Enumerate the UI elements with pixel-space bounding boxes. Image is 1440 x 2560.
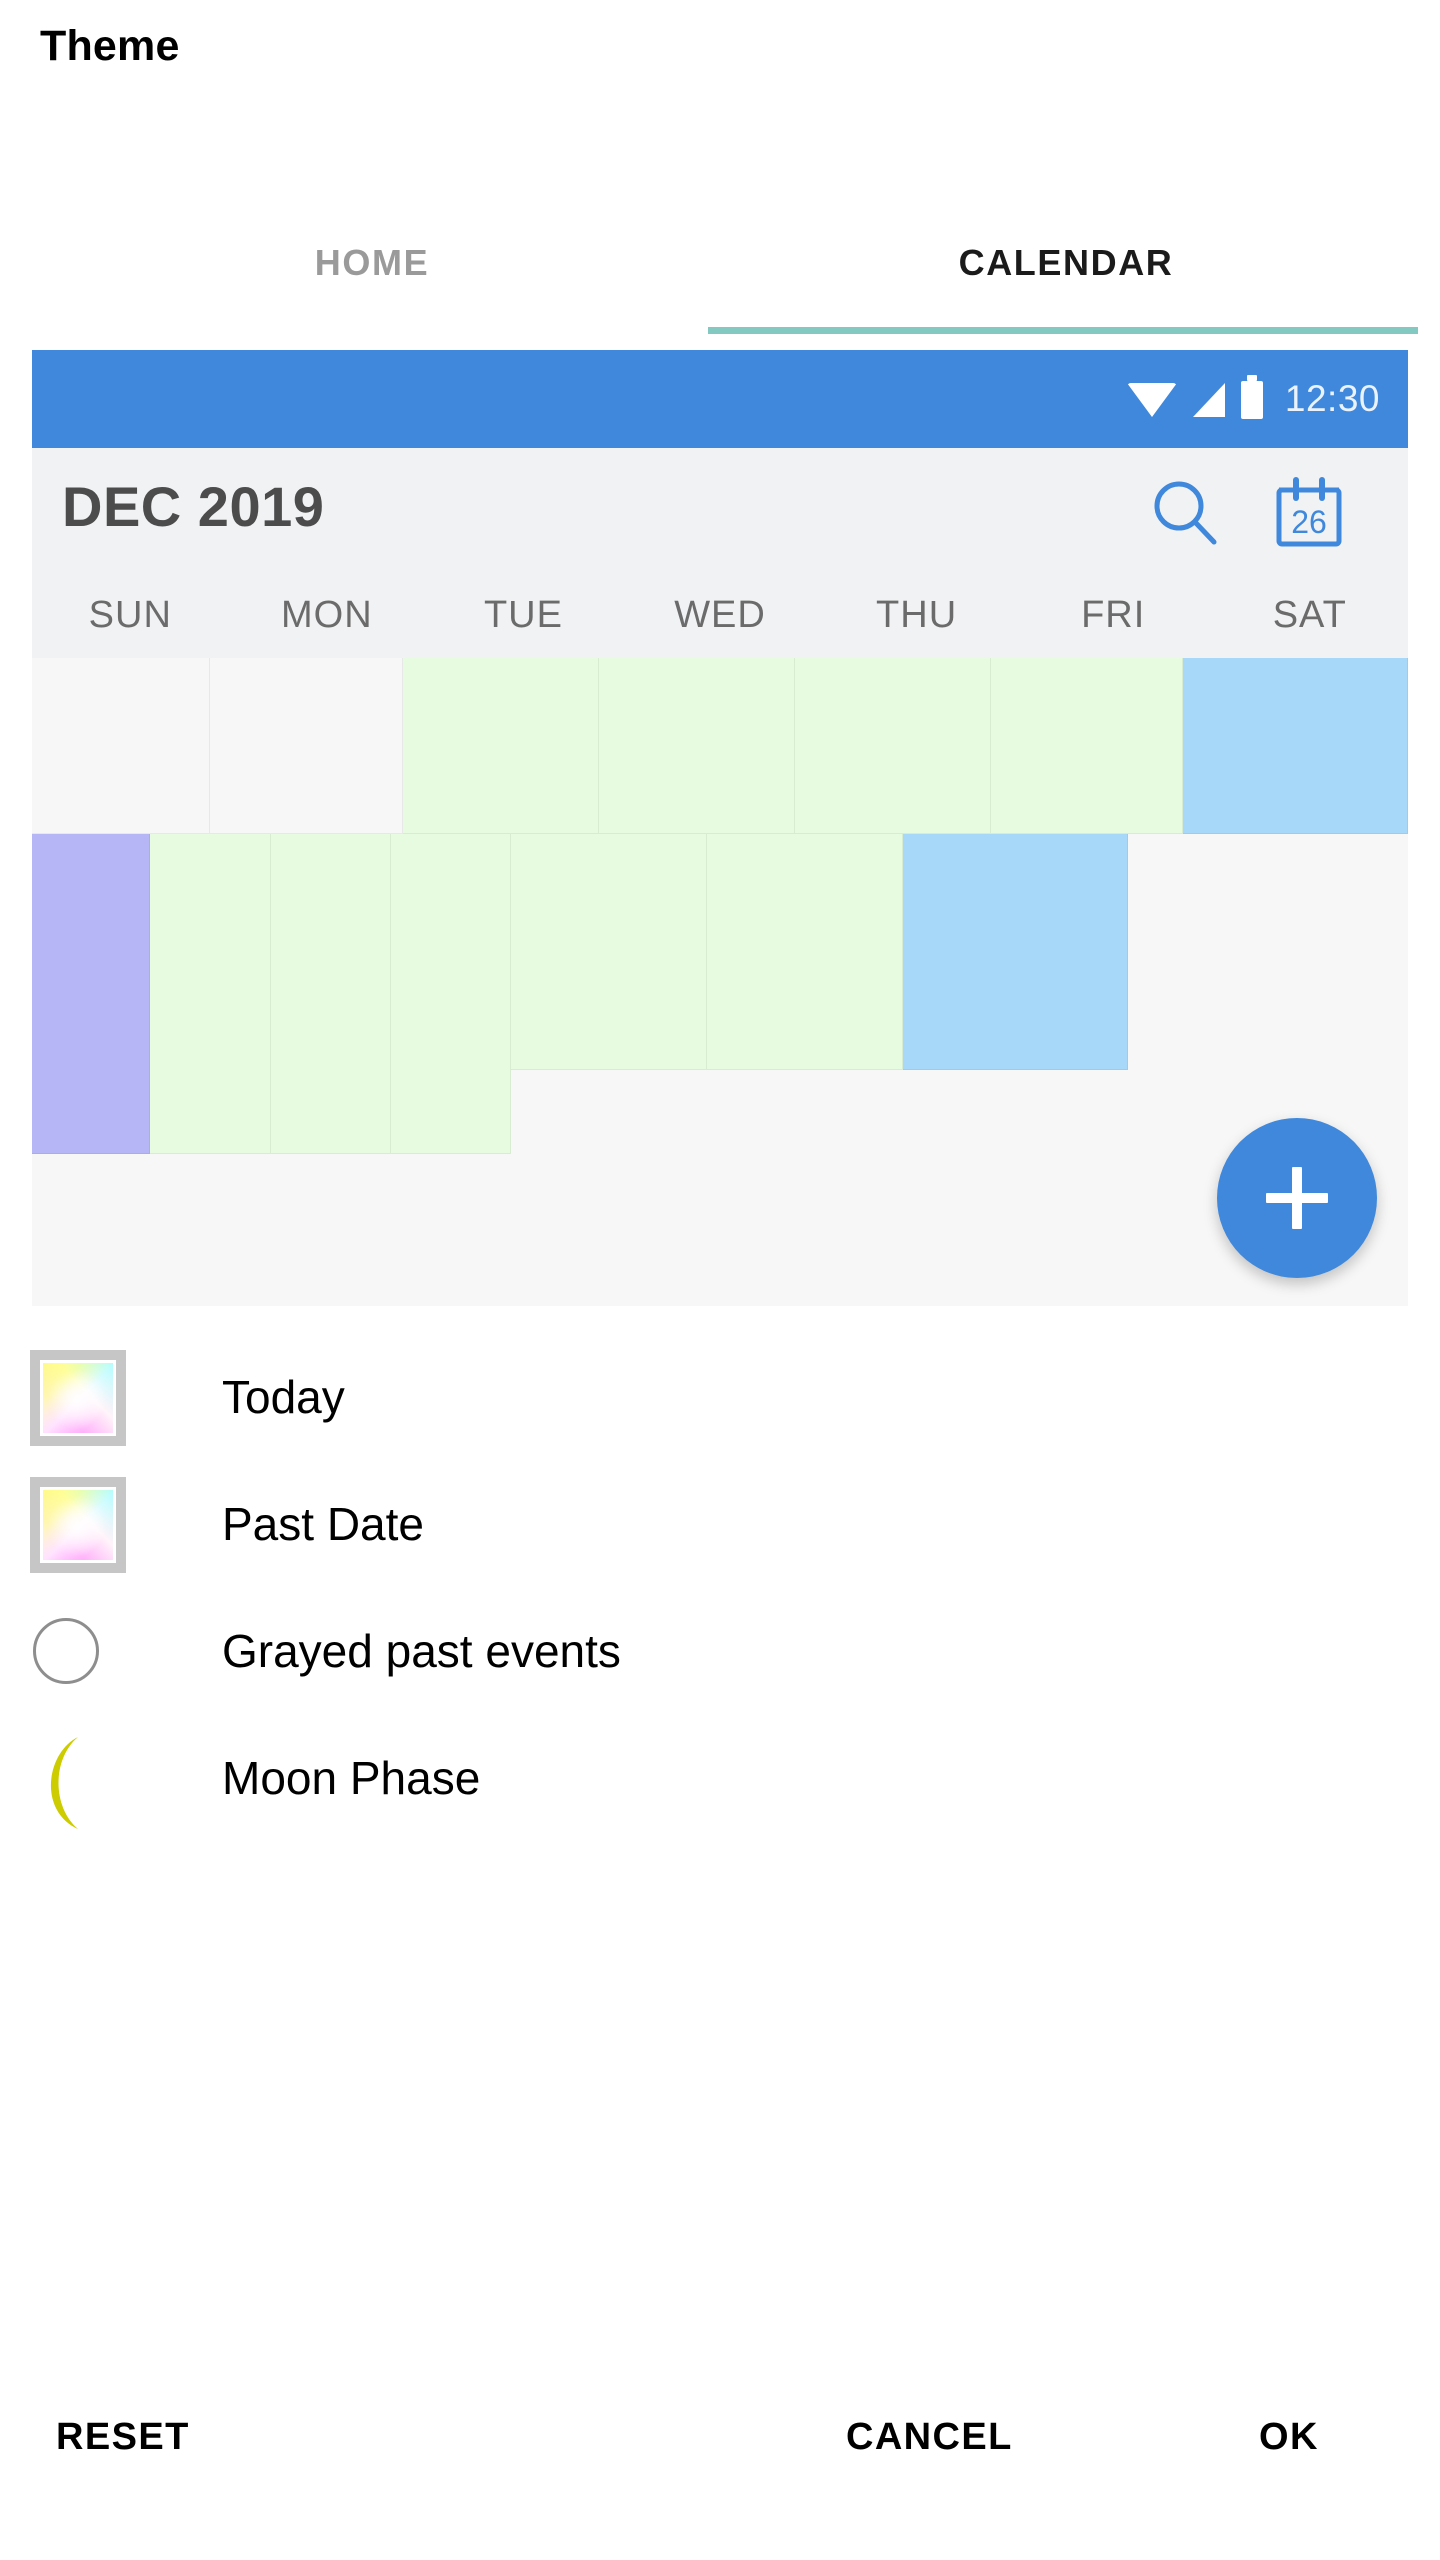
wifi-icon [1126,383,1177,417]
weekday-tue: TUE [483,594,563,636]
goto-date-day-number: 26 [1291,504,1327,540]
cell-r1-wed[interactable] [599,658,795,834]
cell-r1-tue[interactable] [403,658,599,834]
cell-r2-sun[interactable] [32,834,150,1154]
option-row-today[interactable]: Today [0,1332,1440,1462]
color-gradient [40,1360,116,1436]
tab-selected-indicator [708,327,1418,334]
cell-r2-mon[interactable] [150,834,271,1154]
tab-bar: HOME CALENDAR [0,196,1440,336]
plus-icon [1266,1167,1328,1229]
option-label-moon-phase: Moon Phase [222,1752,481,1804]
goto-date-icon[interactable]: 26 [1272,476,1346,550]
calendar-toolbar: DEC 2019 26 [32,448,1408,573]
cell-r2-thu[interactable] [511,834,707,1070]
color-swatch-today[interactable] [30,1350,126,1446]
calendar-day-grid[interactable] [32,658,1408,1306]
cell-r2-fri[interactable] [707,834,903,1070]
cell-r1-sun[interactable] [32,658,210,834]
weekday-wed: WED [674,594,766,636]
cell-r1-fri[interactable] [991,658,1183,834]
cancel-button[interactable]: CANCEL [846,2402,1013,2472]
weekday-sun: SUN [88,594,172,636]
weekday-mon: MON [281,594,373,636]
option-label-past-date: Past Date [222,1498,424,1550]
search-icon[interactable] [1150,478,1220,548]
option-label-grayed-past-events: Grayed past events [222,1625,621,1677]
option-row-grayed-past-events[interactable]: Grayed past events [0,1586,1440,1716]
month-year-label: DEC 2019 [62,475,325,538]
page-title: Theme [40,22,180,70]
color-gradient [40,1487,116,1563]
cell-r2-sat[interactable] [903,834,1128,1070]
weekday-header-row: SUN MON TUE WED THU FRI SAT [32,573,1408,658]
circle-toggle-grayed-past-events[interactable] [33,1618,99,1684]
weekday-fri: FRI [1081,594,1146,636]
option-row-past-date[interactable]: Past Date [0,1459,1440,1589]
cell-r1-sat[interactable] [1183,658,1408,834]
ok-button[interactable]: OK [1259,2402,1319,2472]
moon-phase-icon[interactable] [30,1735,110,1831]
option-label-today: Today [222,1371,345,1423]
cell-r2-wed[interactable] [391,834,511,1154]
cell-r2-tue[interactable] [271,834,391,1154]
android-status-bar: 12:30 [32,350,1408,448]
option-row-moon-phase[interactable]: Moon Phase [0,1713,1440,1843]
tab-calendar[interactable]: CALENDAR [712,196,1420,330]
fab-add-event[interactable] [1217,1118,1377,1278]
calendar-preview[interactable]: 12:30 DEC 2019 26 SUN MON TUE WED THU FR… [32,350,1408,1306]
signal-icon [1192,383,1225,417]
cell-r1-thu[interactable] [795,658,991,834]
cell-r1-mon[interactable] [210,658,403,834]
weekday-sat: SAT [1272,594,1347,636]
weekday-thu: THU [876,594,958,636]
battery-icon [1240,375,1263,419]
tab-home[interactable]: HOME [32,196,712,330]
status-bar-icons: 12:30 [1126,350,1380,448]
color-swatch-past-date[interactable] [30,1477,126,1573]
reset-button[interactable]: RESET [56,2402,190,2472]
status-bar-clock: 12:30 [1284,378,1380,419]
